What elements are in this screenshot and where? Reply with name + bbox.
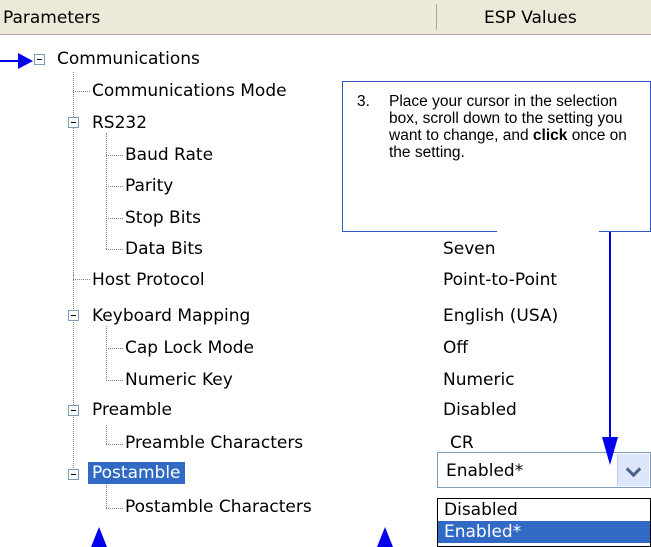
esp-parameter-tree-screenshot: Parameters ESP Values Communications Com… [0, 0, 651, 547]
arrow-up-left-icon [91, 527, 107, 547]
annotation-arrows [0, 53, 618, 547]
arrow-to-communications-icon [0, 53, 33, 69]
arrow-up-right-icon [377, 527, 393, 547]
arrow-to-dropdown-icon [602, 232, 618, 465]
